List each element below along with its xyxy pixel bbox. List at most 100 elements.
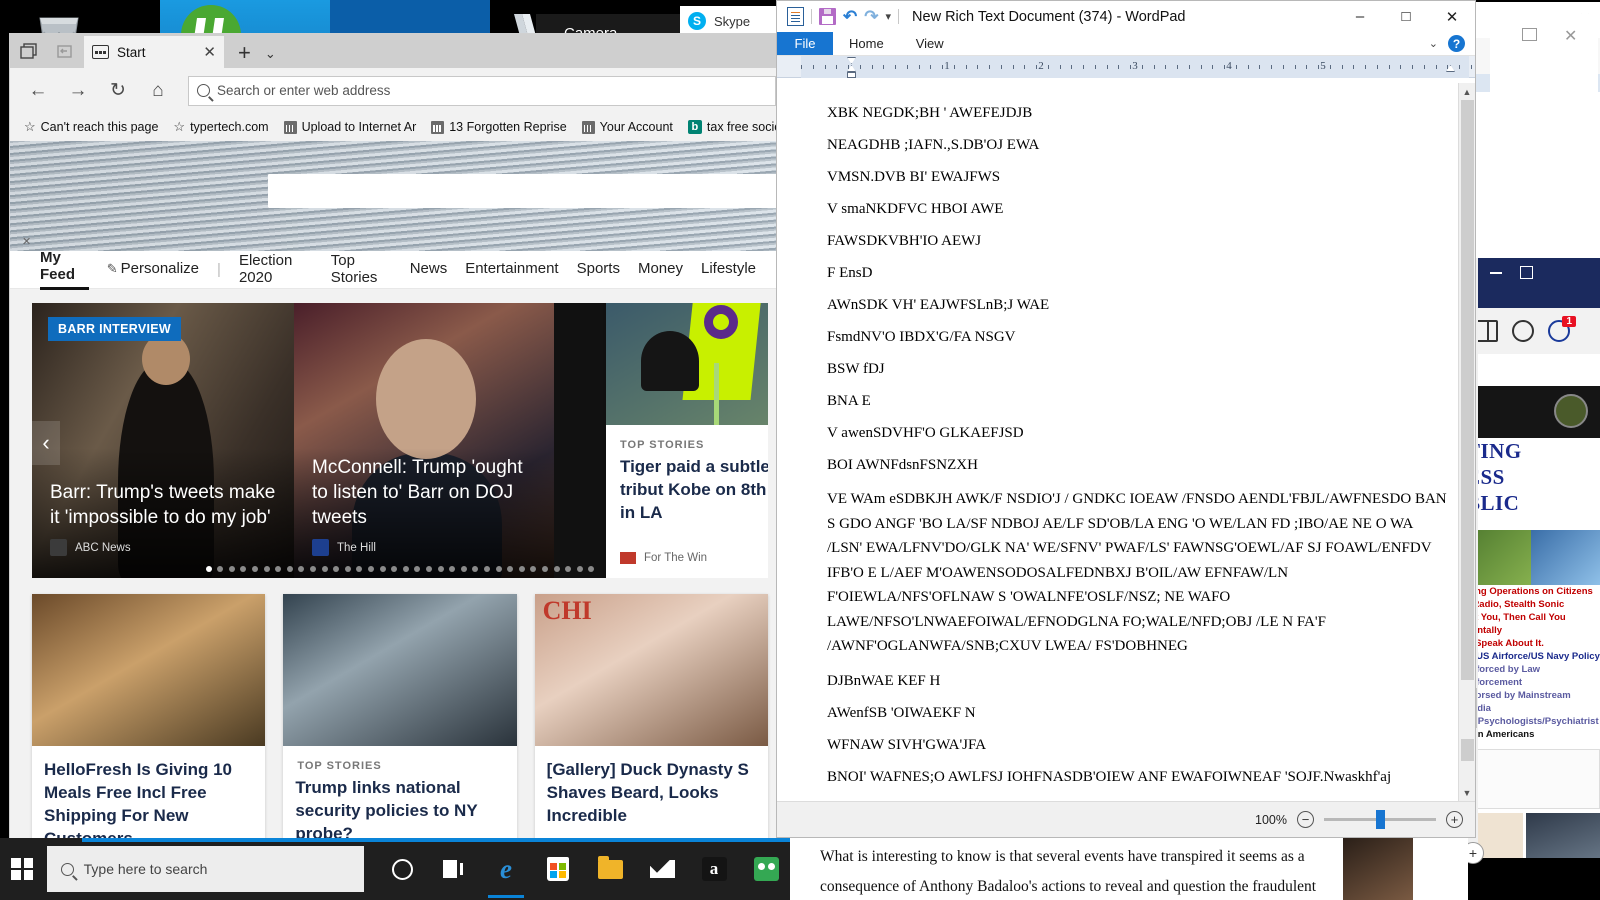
feed-tab-election-2020[interactable]: Election 2020 [239,252,313,288]
carousel-dot[interactable] [298,566,305,572]
carousel-dot[interactable] [263,566,270,572]
zoom-out-button[interactable]: − [1297,811,1314,828]
edge-browser-window[interactable]: Start ✕ + ⌄ ← → ↻ ⌂ Search or enter web … [10,34,786,838]
amazon-icon[interactable]: a [690,840,738,898]
carousel-dot[interactable] [437,566,444,572]
zoom-slider-thumb[interactable] [1376,810,1385,829]
start-button[interactable] [0,838,45,900]
scroll-up-icon[interactable]: ▲ [1459,83,1475,100]
carousel-dot[interactable] [472,566,479,572]
carousel-dot[interactable] [275,566,282,572]
mail-icon[interactable] [638,840,686,898]
first-line-indent-marker[interactable] [847,57,856,64]
feed-tab-top-stories[interactable]: Top Stories [331,252,392,288]
carousel-dot[interactable] [565,566,572,572]
wordpad-scrollbar[interactable]: ▲ ▼ [1458,83,1475,801]
news-card-tiger[interactable]: TOP STORIES Tiger paid a subtle tribut K… [606,303,768,578]
taskbar-search-box[interactable]: Type here to search [46,846,364,892]
zoom-slider[interactable] [1324,810,1436,829]
carousel-dot[interactable] [460,566,467,572]
carousel-dot[interactable] [205,566,212,572]
feed-tab-lifestyle[interactable]: Lifestyle [701,260,756,279]
scroll-down-icon[interactable]: ▼ [1459,784,1475,801]
wordpad-ruler[interactable]: 1 2 3 4 5 [777,56,1475,78]
undo-icon[interactable]: ↶ [843,7,857,27]
carousel-dot[interactable] [217,566,224,572]
carousel-dot[interactable] [344,566,351,572]
feed-tab-money[interactable]: Money [638,260,683,279]
edge-taskbar-icon[interactable]: e [482,840,530,898]
carousel-dot[interactable] [333,566,340,572]
feed-tab-my-feed[interactable]: My Feed [40,249,89,290]
news-carousel[interactable]: BARR INTERVIEW Barr: Trump's tweets make… [32,303,768,578]
wordpad-document-area[interactable]: XBK NEGDK;BH ' AWEFEJDJB NEAGDHB ;IAFN.,… [777,83,1475,801]
feed-tab-sports[interactable]: Sports [577,260,620,279]
tab-preview-icon[interactable] [10,34,46,68]
maximize-icon[interactable] [1520,266,1533,279]
downloads-icon[interactable]: 1 [1548,316,1576,342]
background-article-address[interactable]: er [1462,354,1600,386]
carousel-dot[interactable] [576,566,583,572]
wordpad-status-bar[interactable]: 100% − + [777,801,1475,837]
wordpad-window[interactable]: ↶ ↷ ▾ New Rich Text Document (374) - Wor… [776,0,1476,838]
bookmark-item[interactable]: ☆ Can't reach this page [18,119,164,135]
background-article-titlebar[interactable] [1462,258,1600,308]
home-button[interactable]: ⌂ [140,73,176,109]
task-view-icon[interactable] [430,840,478,898]
carousel-dot[interactable] [310,566,317,572]
carousel-dot[interactable] [449,566,456,572]
reading-view-icon[interactable] [1476,320,1498,342]
close-icon[interactable]: ✕ [1564,26,1577,46]
cortana-icon[interactable] [378,840,426,898]
carousel-card-barr[interactable]: BARR INTERVIEW Barr: Trump's tweets make… [32,303,294,578]
carousel-prev-button[interactable]: ‹ [32,421,60,465]
bookmark-item[interactable]: ☆ typertech.com [167,119,274,135]
new-tab-button[interactable]: + [238,40,251,66]
background-article-toolbar[interactable]: 1 [1462,308,1600,354]
maximize-button[interactable]: □ [1383,1,1429,32]
view-tab[interactable]: View [900,32,960,55]
carousel-dot[interactable] [321,566,328,572]
scrollbar-thumb[interactable] [1461,100,1474,680]
bookmark-item[interactable]: b tax free societies [682,120,786,134]
carousel-dot[interactable] [240,566,247,572]
carousel-dot[interactable] [414,566,421,572]
close-icon[interactable]: ✕ [203,43,216,61]
feed-tab-entertainment[interactable]: Entertainment [465,260,558,279]
chevron-down-icon[interactable]: ⌄ [1429,37,1438,50]
carousel-dot[interactable] [379,566,386,572]
news-card-duck-dynasty[interactable]: CHI [Gallery] Duck Dynasty S Shaves Bear… [534,594,768,838]
carousel-dot[interactable] [356,566,363,572]
browser-tab-start[interactable]: Start ✕ [84,36,224,68]
chevron-down-icon[interactable]: ⌄ [265,46,276,62]
tripadvisor-icon[interactable] [742,840,790,898]
carousel-dot[interactable] [588,566,595,572]
carousel-dot[interactable] [483,566,490,572]
bookmark-item[interactable]: Your Account [576,120,679,134]
carousel-dot[interactable] [391,566,398,572]
taskbar[interactable]: Type here to search e a [0,838,790,900]
bookmark-item[interactable]: Upload to Internet Ar [278,120,423,134]
back-button[interactable]: ← [20,73,56,109]
save-icon[interactable] [819,8,836,25]
left-indent-marker[interactable] [847,72,856,78]
resize-grip[interactable] [1461,823,1473,835]
profile-icon[interactable] [1512,320,1534,342]
carousel-card-mcconnell[interactable]: McConnell: Trump 'ought to listen to' Ba… [294,303,554,578]
document-icon[interactable] [787,7,804,26]
carousel-dot[interactable] [286,566,293,572]
taskbar-icons[interactable]: e a [378,840,790,898]
bookmark-item[interactable]: 13 Forgotten Reprise [425,120,572,134]
feed-navigation[interactable]: My Feed ✎ Personalize | Election 2020 Top… [10,249,786,290]
carousel-dot[interactable] [518,566,525,572]
minimize-button[interactable]: ‒ [1337,1,1383,32]
help-icon[interactable]: ? [1448,35,1465,52]
close-button[interactable]: ✕ [1429,1,1475,32]
window-controls[interactable]: ‒ □ ✕ [1337,1,1475,32]
carousel-dot[interactable] [368,566,375,572]
file-tab[interactable]: File [777,32,833,55]
set-aside-tabs-icon[interactable] [46,34,82,68]
carousel-dot[interactable] [228,566,235,572]
feed-tab-personalize[interactable]: ✎ Personalize [107,260,199,279]
refresh-button[interactable]: ↻ [100,73,136,109]
